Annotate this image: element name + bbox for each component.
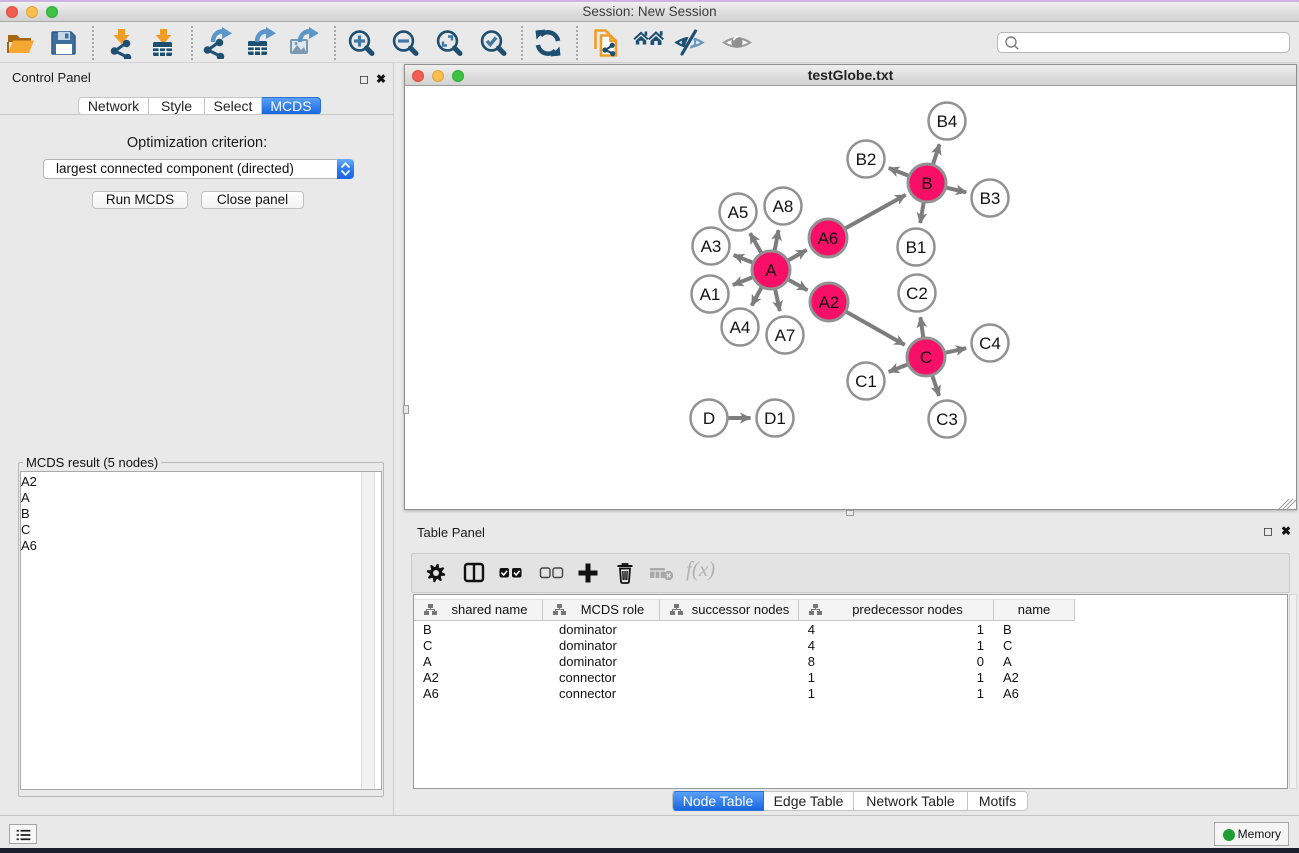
svg-text:A7: A7 [775,326,796,345]
svg-text:A: A [765,261,777,280]
svg-text:C2: C2 [906,284,928,303]
svg-text:C: C [920,348,932,367]
svg-text:A5: A5 [728,203,749,222]
svg-text:A8: A8 [773,197,794,216]
svg-text:B3: B3 [980,189,1001,208]
svg-text:D: D [703,409,715,428]
svg-text:A4: A4 [730,318,751,337]
svg-text:A1: A1 [700,285,721,304]
svg-text:A2: A2 [819,293,840,312]
svg-text:B: B [921,174,932,193]
svg-text:B2: B2 [856,150,877,169]
svg-text:C1: C1 [855,372,877,391]
svg-text:C3: C3 [936,410,958,429]
svg-text:C4: C4 [979,334,1001,353]
svg-text:A3: A3 [701,237,722,256]
svg-text:B4: B4 [937,112,958,131]
svg-text:D1: D1 [764,409,786,428]
svg-text:A6: A6 [818,229,839,248]
svg-text:B1: B1 [906,238,927,257]
